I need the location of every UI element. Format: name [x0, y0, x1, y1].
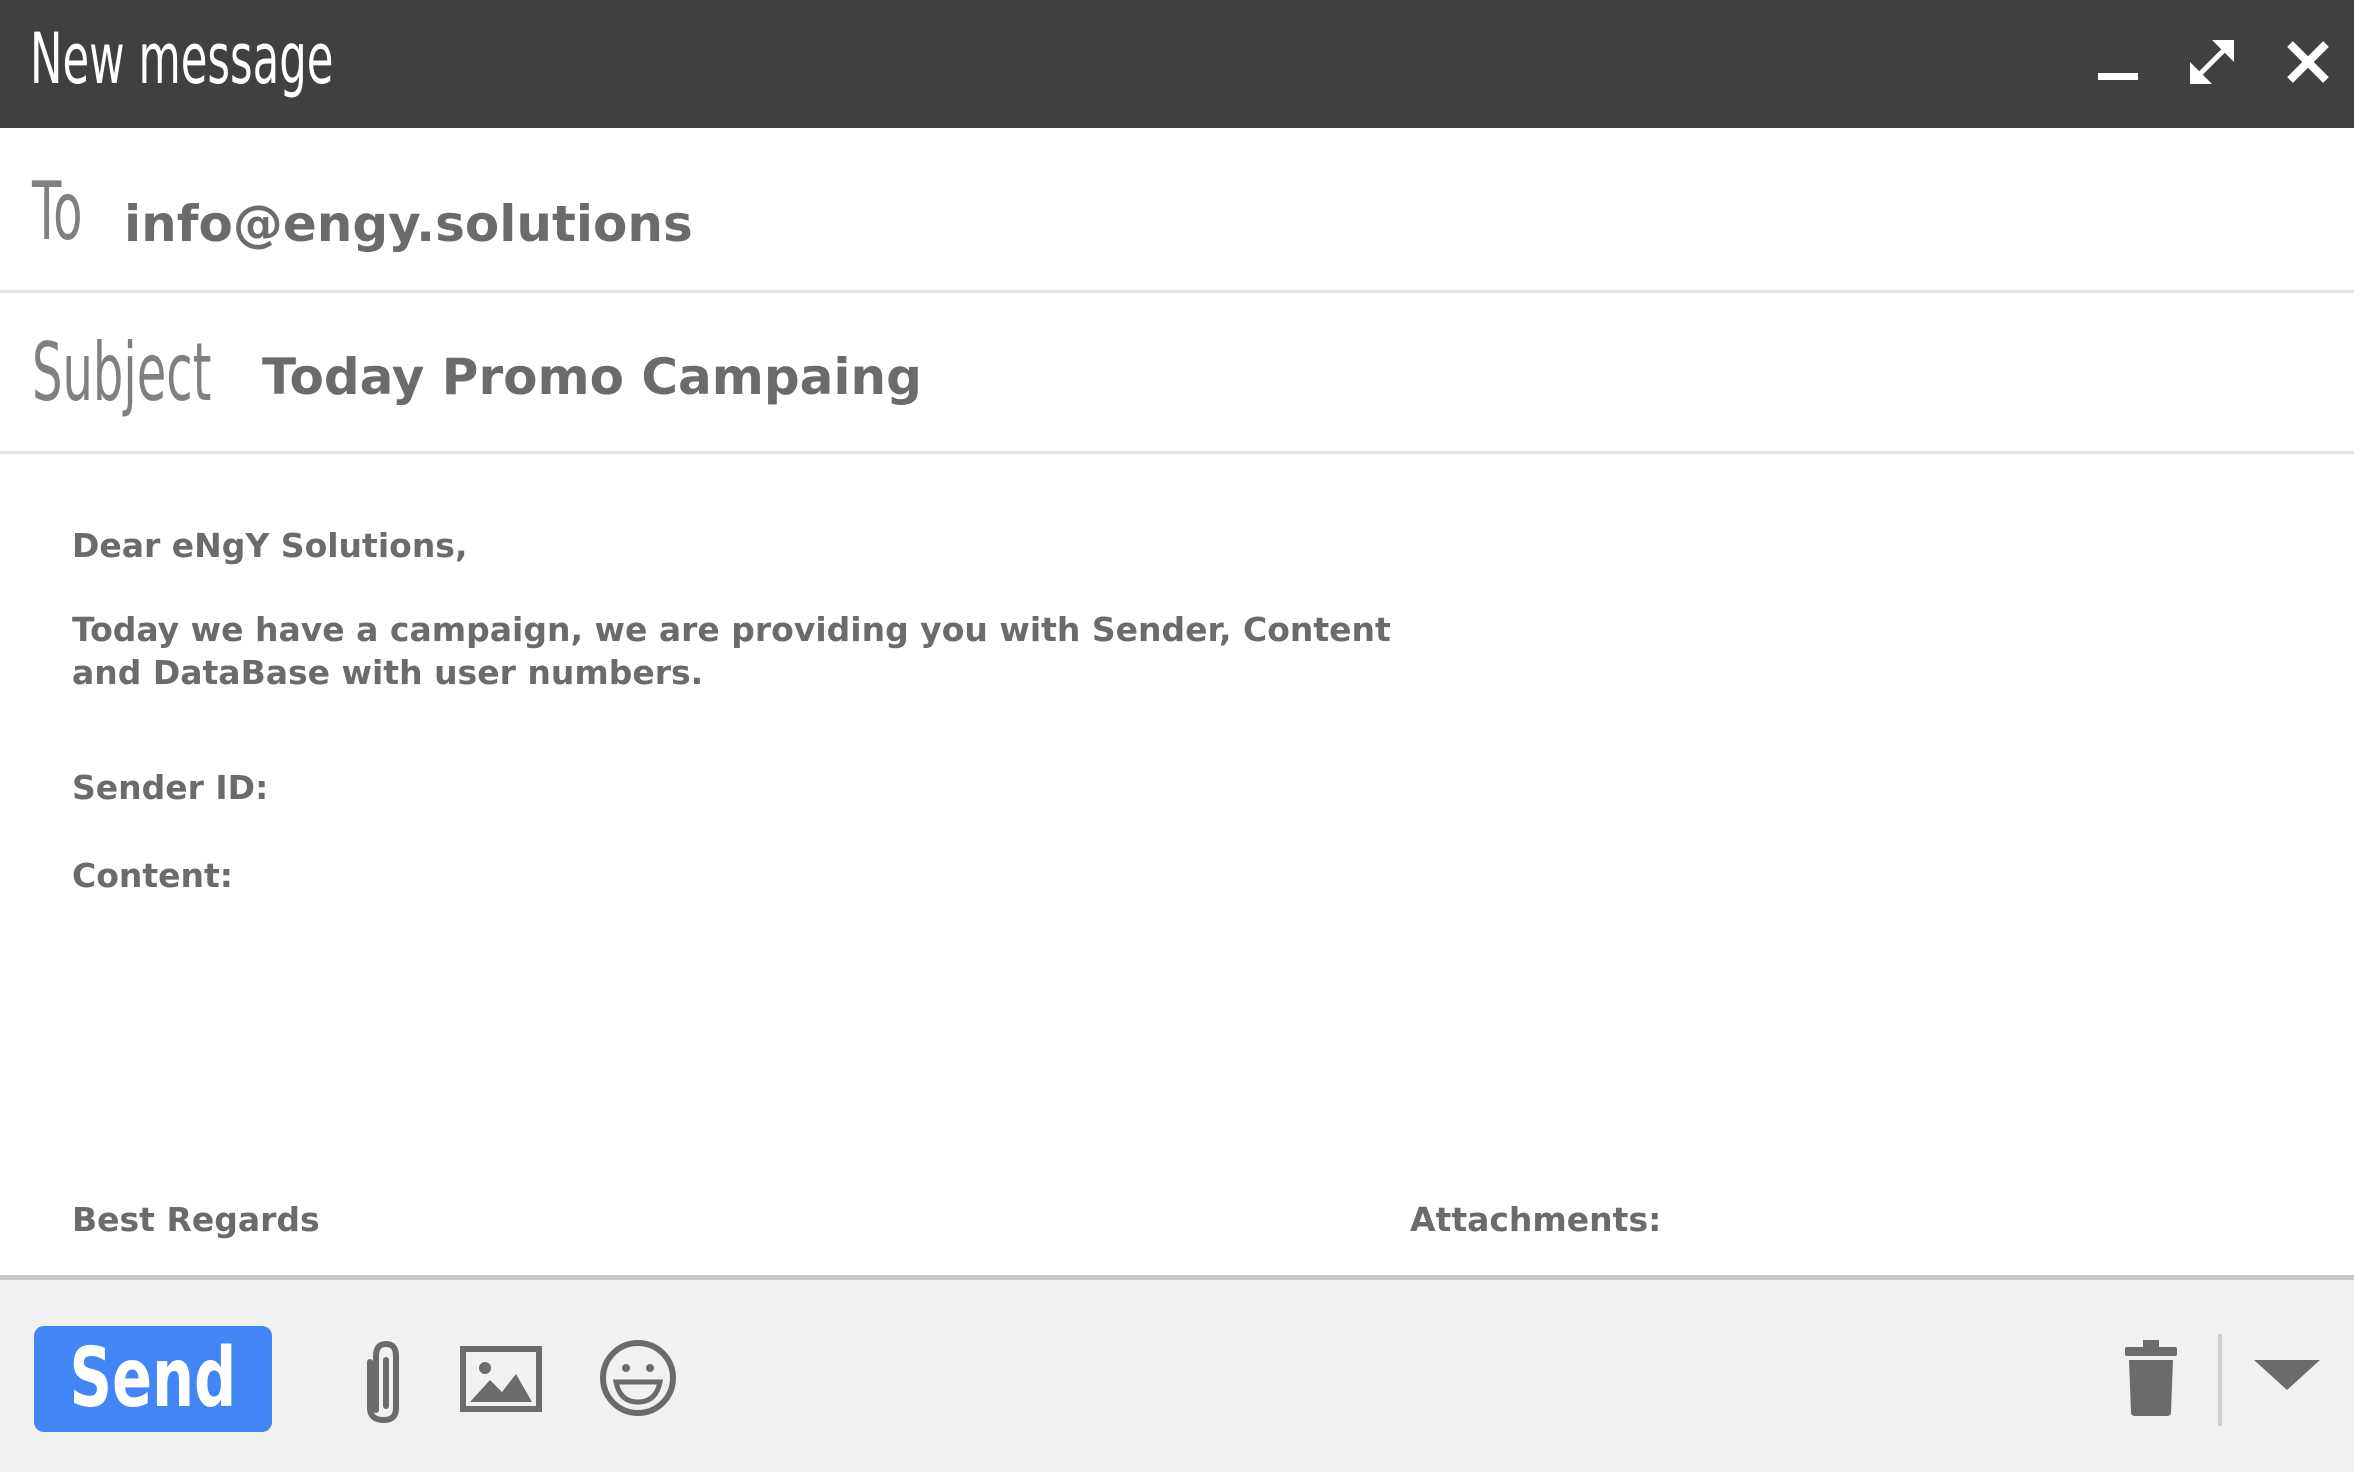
attachments-label: Attachments: — [1410, 1200, 1662, 1239]
greeting-text: Dear eNgY Solutions, — [72, 526, 468, 565]
paperclip-icon — [367, 1340, 399, 1424]
insert-image-button[interactable] — [460, 1346, 542, 1412]
image-icon — [460, 1346, 542, 1412]
close-icon — [2287, 41, 2329, 83]
attach-file-button[interactable] — [358, 1338, 410, 1428]
insert-emoji-button[interactable] — [598, 1338, 678, 1418]
expand-icon — [2190, 40, 2234, 84]
more-options-button[interactable] — [2254, 1360, 2320, 1394]
minimize-button[interactable] — [2086, 30, 2146, 94]
emoji-icon — [600, 1340, 676, 1416]
regards-text: Best Regards — [72, 1200, 320, 1239]
content-label: Content: — [72, 856, 234, 895]
subject-label: Subject — [32, 326, 212, 419]
close-button[interactable] — [2278, 30, 2338, 94]
toolbar-divider — [2218, 1334, 2222, 1426]
send-button[interactable]: Send — [34, 1326, 272, 1432]
trash-icon — [2125, 1340, 2177, 1416]
to-input[interactable]: info@engy.solutions — [124, 194, 693, 254]
compose-window: New message To info@engy.solutions Subje… — [0, 0, 2354, 1472]
send-button-label: Send — [69, 1331, 237, 1426]
discard-button[interactable] — [2122, 1338, 2180, 1418]
sender-id-label: Sender ID: — [72, 768, 269, 807]
paragraph-line-1: Today we have a campaign, we are providi… — [72, 610, 1391, 649]
to-label: To — [32, 165, 83, 258]
minimize-icon — [2098, 73, 2138, 80]
message-body[interactable]: Dear eNgY Solutions, Today we have a cam… — [0, 454, 2354, 1275]
compose-toolbar: Send — [0, 1275, 2354, 1472]
subject-input[interactable]: Today Promo Campaing — [262, 347, 922, 407]
dropdown-arrow-icon — [2254, 1360, 2320, 1390]
paragraph-line-2: and DataBase with user numbers. — [72, 653, 704, 692]
window-title: New message — [30, 18, 334, 100]
subject-field[interactable]: Subject Today Promo Campaing — [0, 293, 2354, 454]
to-field[interactable]: To info@engy.solutions — [0, 128, 2354, 293]
title-bar: New message — [0, 0, 2354, 128]
expand-button[interactable] — [2182, 30, 2242, 94]
